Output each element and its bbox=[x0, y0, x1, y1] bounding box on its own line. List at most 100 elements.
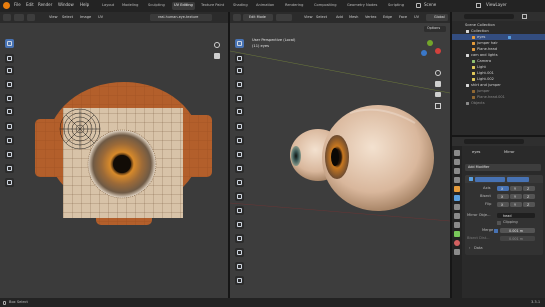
camera-view-icon[interactable] bbox=[435, 92, 441, 97]
tab-texture-paint[interactable]: Texture Paint bbox=[199, 2, 226, 10]
image-browse-button[interactable]: real-human-eye-texture bbox=[150, 14, 212, 21]
outliner-item-objects[interactable]: Objects bbox=[452, 100, 545, 106]
blender-logo-icon[interactable] bbox=[3, 2, 10, 9]
vp-menu-add[interactable]: Add bbox=[336, 15, 343, 20]
axis-y-toggle[interactable]: Y bbox=[510, 186, 522, 191]
extrude-tool[interactable] bbox=[235, 150, 244, 159]
vp-menu-vertex[interactable]: Vertex bbox=[365, 15, 377, 20]
select-box-tool[interactable] bbox=[5, 39, 14, 48]
uv-menu-view[interactable]: View bbox=[49, 15, 58, 20]
scene-tab-icon[interactable] bbox=[454, 177, 460, 183]
modifier-name-field[interactable] bbox=[475, 176, 505, 182]
merge-distance-field[interactable]: 0.001 m bbox=[500, 228, 535, 233]
viewport-canvas[interactable]: User Perspective (Local) (11) eyes Optio… bbox=[230, 23, 450, 298]
pan-hand-icon[interactable] bbox=[435, 81, 441, 87]
bevel-tool[interactable] bbox=[235, 178, 244, 187]
editor-type-icon[interactable] bbox=[3, 14, 11, 21]
x-axis-icon[interactable] bbox=[435, 48, 441, 54]
properties-search-field[interactable] bbox=[464, 139, 524, 144]
transform-tool[interactable] bbox=[235, 107, 244, 116]
vp-menu-edge[interactable]: Edge bbox=[383, 15, 392, 20]
vp-menu-face[interactable]: Face bbox=[399, 15, 407, 20]
uv-editor-canvas[interactable] bbox=[0, 23, 228, 298]
mirror-object-field[interactable]: head bbox=[497, 213, 535, 218]
vp-menu-select[interactable]: Select bbox=[316, 15, 327, 20]
annotate-tool[interactable] bbox=[5, 122, 14, 131]
tab-geometry-nodes[interactable]: Geometry Nodes bbox=[345, 2, 379, 10]
tab-compositing[interactable]: Compositing bbox=[312, 2, 339, 10]
uv-menu-select[interactable]: Select bbox=[62, 15, 73, 20]
rotate-tool[interactable] bbox=[5, 80, 14, 89]
measure-tool[interactable] bbox=[235, 136, 244, 145]
filter-icon[interactable] bbox=[522, 14, 527, 19]
tab-modeling[interactable]: Modeling bbox=[120, 2, 140, 10]
uv-menu-uv[interactable]: UV bbox=[98, 15, 103, 20]
y-axis-icon[interactable] bbox=[427, 40, 433, 46]
tab-sculpting[interactable]: Sculpting bbox=[146, 2, 167, 10]
poly-build-tool[interactable] bbox=[235, 220, 244, 229]
editor-type-icon[interactable] bbox=[233, 14, 241, 21]
flip-x-toggle[interactable]: X bbox=[497, 202, 509, 207]
tab-rendering[interactable]: Rendering bbox=[283, 2, 305, 10]
vp-menu-uv[interactable]: UV bbox=[414, 15, 419, 20]
move-tool[interactable] bbox=[5, 66, 14, 75]
tool-tab-icon[interactable] bbox=[454, 150, 460, 156]
options-dropdown[interactable]: Options bbox=[424, 26, 446, 32]
spin-tool[interactable] bbox=[235, 234, 244, 243]
tab-scripting[interactable]: Scripting bbox=[386, 2, 406, 10]
uv-menu-image[interactable]: Image bbox=[80, 15, 91, 20]
scale-tool[interactable] bbox=[5, 94, 14, 103]
zoom-icon[interactable] bbox=[214, 42, 220, 48]
axis-z-toggle[interactable]: Z bbox=[523, 186, 535, 191]
loop-cut-tool[interactable] bbox=[235, 192, 244, 201]
modifier-toggle-icons[interactable] bbox=[507, 176, 529, 182]
edge-slide-tool[interactable] bbox=[235, 262, 244, 271]
cursor-tool[interactable] bbox=[235, 54, 244, 63]
bisect-distance-field[interactable]: 0.001 m bbox=[500, 236, 535, 241]
rotate-tool[interactable] bbox=[235, 80, 244, 89]
vp-menu-view[interactable]: View bbox=[304, 15, 313, 20]
transform-orientation[interactable]: Global bbox=[426, 14, 448, 21]
view-layer-selector[interactable]: ViewLayer bbox=[486, 3, 507, 7]
knife-tool[interactable] bbox=[235, 206, 244, 215]
bisect-y-toggle[interactable]: Y bbox=[510, 194, 522, 199]
bisect-x-toggle[interactable]: X bbox=[497, 194, 509, 199]
navigation-gizmo[interactable] bbox=[416, 37, 444, 65]
inset-tool[interactable] bbox=[235, 164, 244, 173]
smooth-tool[interactable] bbox=[235, 248, 244, 257]
scene-selector[interactable]: Scene bbox=[424, 3, 436, 7]
output-tab-icon[interactable] bbox=[454, 168, 460, 174]
grab-tool[interactable] bbox=[5, 136, 14, 145]
shrink-fatten-tool[interactable] bbox=[235, 276, 244, 285]
material-tab-icon[interactable] bbox=[454, 240, 460, 246]
zoom-icon[interactable] bbox=[435, 70, 441, 76]
add-modifier-button[interactable]: Add Modifier bbox=[465, 164, 541, 171]
tab-uv-editing[interactable]: UV Editing bbox=[172, 2, 195, 10]
bisect-z-toggle[interactable]: Z bbox=[523, 194, 535, 199]
menu-edit[interactable]: Edit bbox=[26, 3, 34, 7]
data-section-header[interactable]: › Data bbox=[465, 245, 543, 253]
scale-tool[interactable] bbox=[235, 94, 244, 103]
pan-hand-icon[interactable] bbox=[214, 53, 220, 59]
transform-tool[interactable] bbox=[5, 107, 14, 116]
clipping-checkbox[interactable] bbox=[497, 221, 501, 225]
vp-menu-mesh[interactable]: Mesh bbox=[349, 15, 358, 20]
flip-y-toggle[interactable]: Y bbox=[510, 202, 522, 207]
tab-layout[interactable]: Layout bbox=[100, 2, 116, 10]
menu-help[interactable]: Help bbox=[80, 3, 89, 7]
mode-selector[interactable]: Edit Mode bbox=[243, 14, 273, 21]
menu-render[interactable]: Render bbox=[38, 3, 52, 7]
move-tool[interactable] bbox=[235, 66, 244, 75]
z-axis-icon[interactable] bbox=[421, 50, 427, 56]
texture-tab-icon[interactable] bbox=[454, 249, 460, 255]
cursor-tool[interactable] bbox=[5, 54, 14, 63]
data-tab-icon[interactable] bbox=[454, 231, 460, 237]
tab-animation[interactable]: Animation bbox=[254, 2, 276, 10]
annotate-tool[interactable] bbox=[235, 122, 244, 131]
physics-tab-icon[interactable] bbox=[454, 213, 460, 219]
select-box-tool[interactable] bbox=[235, 39, 244, 48]
select-mode-icon[interactable] bbox=[14, 14, 24, 21]
object-tab-icon[interactable] bbox=[454, 186, 460, 192]
sync-icon[interactable] bbox=[27, 14, 35, 21]
flip-z-toggle[interactable]: Z bbox=[523, 202, 535, 207]
